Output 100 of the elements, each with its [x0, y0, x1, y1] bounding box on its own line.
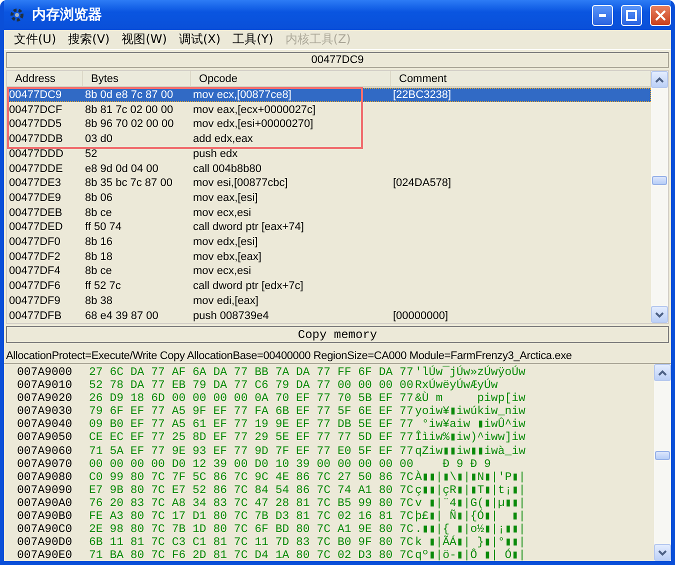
list-row[interactable]: 00477DF9 8b 38 mov edi,[eax] [7, 294, 651, 308]
hex-bytes: C0 99 80 7C 7F 5C 86 7C 9C 4E 86 7C 27 50 86 7C [89, 470, 414, 484]
bytes-cell-text: 8b 0d e8 7c 87 00 [84, 89, 174, 102]
hex-address: 007A90D0 [17, 536, 74, 550]
hex-bytes: 71 BA 80 7C F6 2D 81 7C D4 1A 80 7C 02 D3 80 7C [89, 549, 414, 561]
hex-address: 007A90C0 [17, 523, 74, 536]
hex-address: 007A9050 [17, 431, 74, 445]
column-header[interactable]: Opcode [191, 71, 391, 86]
list-row[interactable]: 00477DDE e8 9d 0d 04 00 call 004b8b80 [7, 161, 651, 176]
hex-ascii: À▮▮|▮\▮|▮N▮|'P▮| [415, 470, 526, 484]
hex-bytes: 79 6F EF 77 A5 9F EF 77 FA 6B EF 77 5F 6E EF 77 [89, 405, 414, 418]
close-button[interactable] [650, 4, 671, 26]
address-cell-text: 00477DF4 [8, 265, 62, 278]
scroll-up-icon [655, 76, 664, 82]
hex-ascii: Ð 9 Ð 9 [442, 458, 491, 471]
list-row[interactable]: 00477DF6 ff 52 7c call dword ptr [edx+7c] [7, 278, 651, 294]
address-cell-text: 00477DF0 [8, 236, 62, 248]
hex-ascii: yoiw¥▮iwúkiw_niw [415, 405, 526, 418]
bytes-cell-text: 8b 06 [84, 192, 114, 204]
list-row[interactable]: 00477DE3 8b 35 bc 7c 87 00 mov esi,[00877cbc] [024DA578] [7, 176, 651, 191]
hex-ascii: °iw¥aiw ▮iwÛ^iw [422, 418, 526, 432]
address-cell-text: 00477DF9 [8, 294, 62, 307]
list-row[interactable]: 00477DD5 8b 96 70 02 00 00 mov edx,[esi+00000270] [7, 117, 651, 132]
bytes-cell-text: 8b 16 [84, 236, 114, 248]
bytes-cell-text: ff 52 7c [84, 280, 122, 292]
opcode-cell-text: push 008739e4 [192, 310, 270, 322]
address-cell-text: 00477DEB [8, 206, 64, 219]
scroll-up-button[interactable] [654, 364, 671, 381]
address-cell-text: 00477DCF [8, 104, 64, 116]
minimize-button[interactable] [592, 4, 613, 26]
hex-bytes: 09 B0 EF 77 A5 61 EF 77 19 9E EF 77 DB 5E EF 77 [89, 418, 414, 432]
opcode-cell-text: mov ecx,esi [192, 206, 252, 219]
list-row[interactable]: 00477DE9 8b 06 mov eax,[esi] [7, 190, 651, 206]
list-row[interactable]: 00477DFB 68 e4 39 87 00 push 008739e4 [00000000] [7, 308, 651, 323]
scroll-down-button[interactable] [651, 306, 668, 323]
bytes-cell-text: 8b ce [84, 206, 113, 219]
scrollbar[interactable] [654, 364, 671, 561]
hex-ascii: RxÚwëyÚwÆyÚw [415, 379, 498, 392]
bytes-cell-text: 8b 35 bc 7c 87 00 [84, 177, 174, 190]
address-bar: 00477DC9 [6, 52, 669, 68]
opcode-cell-text: call dword ptr [edx+7c] [192, 280, 304, 292]
opcode-cell-text: mov edx,[esi+00000270] [192, 118, 314, 130]
scrollbar[interactable] [651, 71, 668, 323]
list-row[interactable]: 00477DEB 8b ce mov ecx,esi [7, 205, 651, 220]
list-row[interactable]: 00477DDD 52 push edx [7, 146, 651, 162]
hex-address: 007A9020 [17, 392, 74, 406]
bytes-cell-text: 8b 81 7c 02 00 00 [84, 104, 174, 116]
list-row[interactable]: 00477DDB 03 d0 add edx,eax [7, 132, 651, 147]
scroll-down-button[interactable] [654, 544, 671, 561]
bytes-cell-text: 8b ce [84, 265, 113, 278]
scroll-up-button[interactable] [651, 71, 668, 88]
opcode-cell-text: mov esi,[00877cbc] [192, 177, 289, 190]
hex-ascii: k ▮|ÃÁ▮| }▮|°▮▮| [415, 536, 526, 550]
address-cell-text: 00477DC9 [8, 89, 63, 102]
hex-address: 007A9080 [17, 470, 74, 484]
hex-address: 007A9040 [17, 418, 74, 432]
hex-ascii: &Ù m piwp[iw [415, 392, 526, 406]
hex-bytes: 26 D9 18 6D 00 00 00 00 0A 70 EF 77 70 5B EF 77 [89, 392, 414, 406]
address-cell-text: 00477DF2 [8, 250, 62, 263]
hex-bytes: E7 9B 80 7C E7 52 86 7C 84 54 86 7C 74 A1 80 7C [89, 484, 414, 497]
scroll-thumb[interactable] [652, 176, 667, 185]
hex-address: 007A9060 [17, 444, 74, 458]
menu-item[interactable]: 工具(Y) [226, 31, 280, 48]
list-row[interactable]: 00477DF0 8b 16 mov edx,[esi] [7, 234, 651, 250]
bytes-cell-text: 52 [84, 148, 98, 160]
bytes-cell-text: e8 9d 0d 04 00 [84, 162, 160, 175]
list-row[interactable]: 00477DF4 8b ce mov ecx,esi [7, 264, 651, 279]
menu-item[interactable]: 视图(W) [116, 31, 173, 48]
scroll-up-icon [658, 370, 667, 376]
hex-address: 007A90B0 [17, 510, 74, 524]
list-row[interactable]: 00477DCF 8b 81 7c 02 00 00 mov eax,[ecx+0000027c] [7, 102, 651, 118]
column-header[interactable]: Address [7, 71, 83, 86]
hex-bytes: 00 00 00 00 D0 12 39 00 D0 10 39 00 00 00 00 00 [89, 458, 414, 471]
bytes-cell-text: 8b 38 [84, 294, 114, 307]
menu-item[interactable]: 调试(X) [172, 31, 227, 48]
bytes-cell-text: ff 50 74 [84, 221, 122, 234]
hex-address: 007A9000 [17, 366, 74, 380]
address-cell-text: 00477DE3 [8, 177, 62, 190]
bytes-cell-text: 8b 18 [84, 250, 114, 263]
maximize-button[interactable] [621, 4, 642, 26]
list-row[interactable]: 00477DF2 8b 18 mov ebx,[eax] [7, 249, 651, 264]
hex-address: 007A9090 [17, 484, 74, 497]
column-header[interactable]: Bytes [83, 71, 191, 86]
hex-ascii: qZiw▮▮iw▮▮iwà_iw [415, 444, 526, 458]
hex-ascii: .▮▮|{ ▮|o½▮|¡▮▮| [415, 523, 526, 536]
copy-memory-button[interactable]: Copy memory [6, 326, 669, 343]
opcode-cell-text: call 004b8b80 [192, 162, 263, 175]
hex-bytes: 52 78 DA 77 EB 79 DA 77 C6 79 DA 77 00 00 00 00 [89, 379, 414, 392]
list-row[interactable]: 00477DED ff 50 74 call dword ptr [eax+74] [7, 220, 651, 235]
menu-item[interactable]: 文件(U) [8, 31, 62, 48]
scroll-down-icon [655, 312, 664, 318]
comment-cell-text: [024DA578] [392, 177, 452, 190]
hex-bytes: 71 5A EF 77 9E 93 EF 77 9D 7F EF 77 E0 5F EF 77 [89, 444, 414, 458]
scroll-thumb[interactable] [655, 451, 670, 460]
hex-ascii: qº▮|ö-▮|Ô ▮| Ó▮| [415, 549, 526, 561]
address-cell-text: 00477DFB [8, 310, 63, 322]
comment-cell-text: [00000000] [392, 310, 450, 322]
hex-bytes: 27 6C DA 77 AF 6A DA 77 BB 7A DA 77 FF 6F DA 77 [89, 366, 414, 380]
hex-ascii: v ▮|¨4▮|G(▮|µ▮▮| [415, 496, 526, 510]
menu-item[interactable]: 搜索(V) [62, 31, 116, 48]
